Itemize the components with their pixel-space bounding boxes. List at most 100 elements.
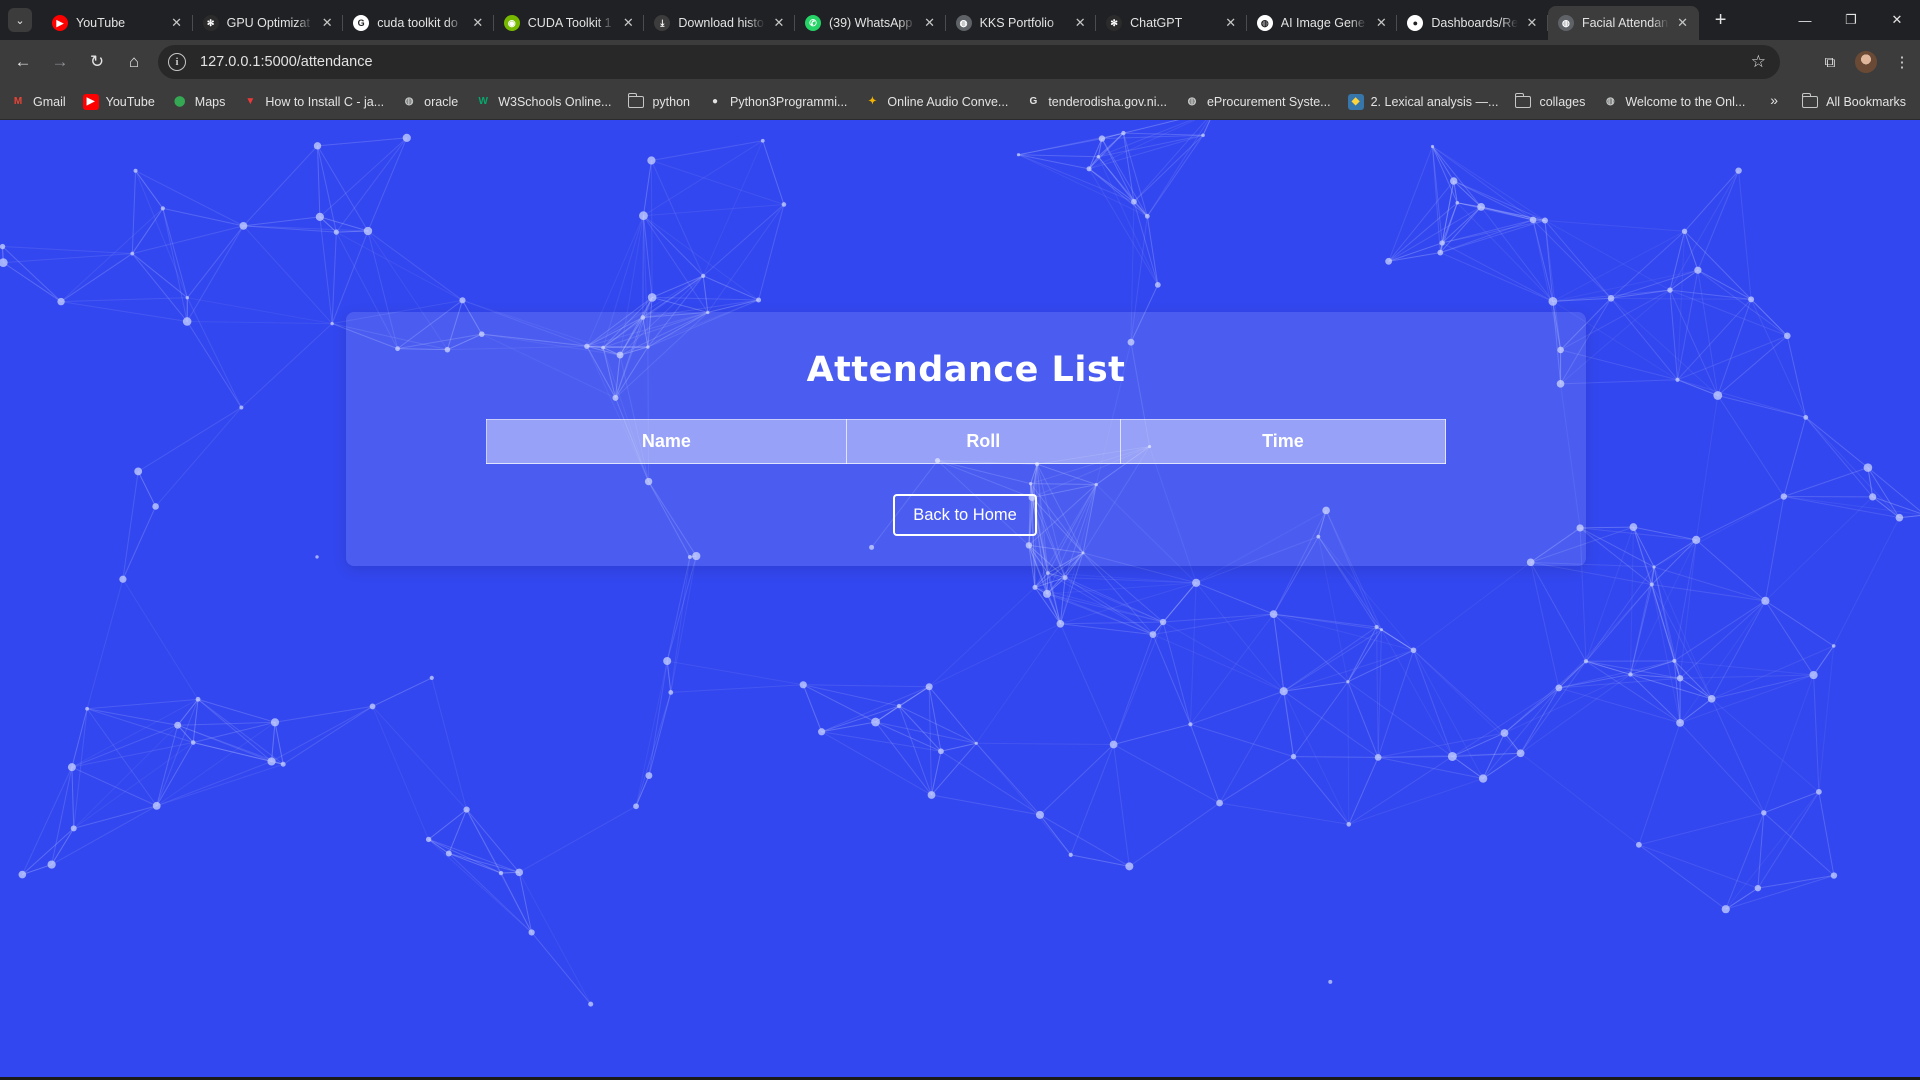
- bookmark-4[interactable]: ◍ oracle: [401, 94, 458, 110]
- tab-5[interactable]: ✆ (39) WhatsApp ✕: [795, 6, 946, 40]
- close-tab-icon[interactable]: ✕: [922, 15, 938, 31]
- network-link: [71, 766, 157, 807]
- network-node: [1692, 535, 1701, 545]
- all-bookmarks-button[interactable]: All Bookmarks: [1801, 84, 1906, 120]
- tab-4[interactable]: ⤓ Download histo ✕: [644, 6, 795, 40]
- network-link: [162, 208, 188, 298]
- bookmarks-overflow-icon[interactable]: »: [1770, 92, 1778, 108]
- network-link: [1388, 146, 1433, 262]
- network-link: [132, 225, 244, 255]
- address-bar[interactable]: i 127.0.0.1:5000/attendance ☆: [158, 45, 1780, 79]
- network-node: [330, 321, 334, 326]
- network-link: [758, 204, 785, 301]
- close-window-button[interactable]: ✕: [1874, 0, 1920, 40]
- tab-10[interactable]: ◍ Facial Attendan ✕: [1547, 6, 1699, 40]
- network-link: [21, 827, 75, 875]
- network-link: [135, 170, 244, 227]
- network-link: [1757, 791, 1820, 889]
- network-node: [1694, 266, 1702, 274]
- close-tab-icon[interactable]: ✕: [169, 15, 185, 31]
- close-tab-icon[interactable]: ✕: [620, 15, 636, 31]
- network-link: [1381, 629, 1453, 757]
- restore-button[interactable]: ❐: [1828, 0, 1874, 40]
- bookmark-0[interactable]: M Gmail: [10, 94, 66, 110]
- back-to-home-button[interactable]: Back to Home: [893, 494, 1037, 536]
- network-node: [1500, 729, 1509, 737]
- network-link: [1195, 582, 1285, 692]
- close-tab-icon[interactable]: ✕: [470, 15, 486, 31]
- tab-8[interactable]: ◍ AI Image Gene ✕: [1247, 6, 1398, 40]
- network-link: [1273, 613, 1377, 628]
- forward-button[interactable]: →: [43, 45, 77, 79]
- bookmark-1[interactable]: ▶ YouTube: [82, 93, 155, 110]
- bookmark-12[interactable]: collages: [1514, 92, 1585, 109]
- profile-avatar[interactable]: [1855, 51, 1877, 73]
- network-link: [1653, 496, 1785, 568]
- tab-3[interactable]: ◉ CUDA Toolkit 1 ✕: [494, 6, 645, 40]
- bookmark-label: Welcome to the Onl...: [1625, 94, 1746, 109]
- network-link: [1097, 156, 1148, 217]
- network-node: [1607, 294, 1615, 302]
- tab-1[interactable]: ✻ GPU Optimizat ✕: [193, 6, 344, 40]
- bookmark-9[interactable]: Gtenderodisha.gov.ni...: [1025, 94, 1167, 110]
- close-tab-icon[interactable]: ✕: [1675, 15, 1691, 31]
- network-link: [331, 232, 337, 324]
- network-link: [1018, 154, 1099, 158]
- network-link: [1162, 621, 1191, 725]
- bookmark-8[interactable]: ✦ Online Audio Conve...: [864, 94, 1008, 110]
- browser-toolbar: ← → ↻ ⌂ i 127.0.0.1:5000/attendance ☆ ⧉ …: [0, 40, 1920, 84]
- bookmark-11[interactable]: ◆ 2. Lexical analysis —...: [1347, 93, 1498, 110]
- network-node: [315, 555, 319, 559]
- close-tab-icon[interactable]: ✕: [1072, 15, 1088, 31]
- network-link: [1633, 526, 1697, 541]
- bookmark-5[interactable]: W W3Schools Online...: [475, 94, 611, 110]
- network-link: [71, 767, 75, 829]
- home-button[interactable]: ⌂: [117, 45, 151, 79]
- url-text[interactable]: 127.0.0.1:5000/attendance: [200, 54, 373, 70]
- close-tab-icon[interactable]: ✕: [1373, 15, 1389, 31]
- openai-icon: ✻: [1106, 15, 1123, 31]
- menu-kebab-icon[interactable]: ⋮: [1884, 44, 1920, 80]
- network-link: [1532, 219, 1612, 299]
- bookmark-2[interactable]: ⬤ Maps: [172, 94, 225, 110]
- network-node: [760, 138, 765, 143]
- back-button[interactable]: ←: [6, 45, 40, 79]
- network-link: [1783, 467, 1869, 498]
- tab-6[interactable]: ◍ KKS Portfolio ✕: [946, 6, 1097, 40]
- extensions-icon[interactable]: ⧉: [1812, 44, 1848, 80]
- new-tab-button[interactable]: +: [1707, 6, 1735, 34]
- close-tab-icon[interactable]: ✕: [771, 15, 787, 31]
- bookmark-13[interactable]: ◍ Welcome to the Onl...: [1602, 94, 1745, 110]
- globe-icon: ◍: [1557, 15, 1574, 31]
- network-link: [1638, 812, 1764, 846]
- tab-search-button[interactable]: ⌄: [8, 8, 32, 32]
- tab-0[interactable]: ▶ YouTube ✕: [42, 6, 193, 40]
- network-node: [1279, 687, 1288, 696]
- network-node: [1652, 565, 1656, 569]
- bookmark-3[interactable]: ▼ How to Install C - ja...: [242, 94, 384, 110]
- close-tab-icon[interactable]: ✕: [1223, 15, 1239, 31]
- reload-button[interactable]: ↻: [80, 45, 114, 79]
- site-info-icon[interactable]: i: [168, 53, 186, 71]
- network-link: [135, 170, 188, 298]
- close-tab-icon[interactable]: ✕: [319, 15, 335, 31]
- tab-9[interactable]: ● Dashboards/Re ✕: [1397, 6, 1548, 40]
- tab-7[interactable]: ✻ ChatGPT ✕: [1096, 6, 1247, 40]
- close-tab-icon[interactable]: ✕: [1524, 15, 1540, 31]
- network-link: [1632, 526, 1675, 661]
- network-link: [1129, 802, 1220, 867]
- bookmark-10[interactable]: ◍ eProcurement Syste...: [1184, 94, 1331, 110]
- network-node: [1541, 217, 1548, 224]
- network-link: [2, 262, 62, 302]
- bookmark-star-icon[interactable]: ☆: [1751, 52, 1766, 72]
- minimize-button[interactable]: —: [1782, 0, 1828, 40]
- network-node: [938, 748, 944, 755]
- network-link: [976, 742, 1114, 746]
- bookmark-6[interactable]: python: [627, 92, 690, 109]
- tab-2[interactable]: Gcuda toolkit do ✕: [343, 6, 494, 40]
- network-link: [1273, 613, 1414, 651]
- folder-icon: [1514, 92, 1532, 108]
- network-node: [1869, 493, 1877, 501]
- bookmark-7[interactable]: ● Python3Programmi...: [707, 94, 847, 110]
- network-link: [1413, 561, 1531, 651]
